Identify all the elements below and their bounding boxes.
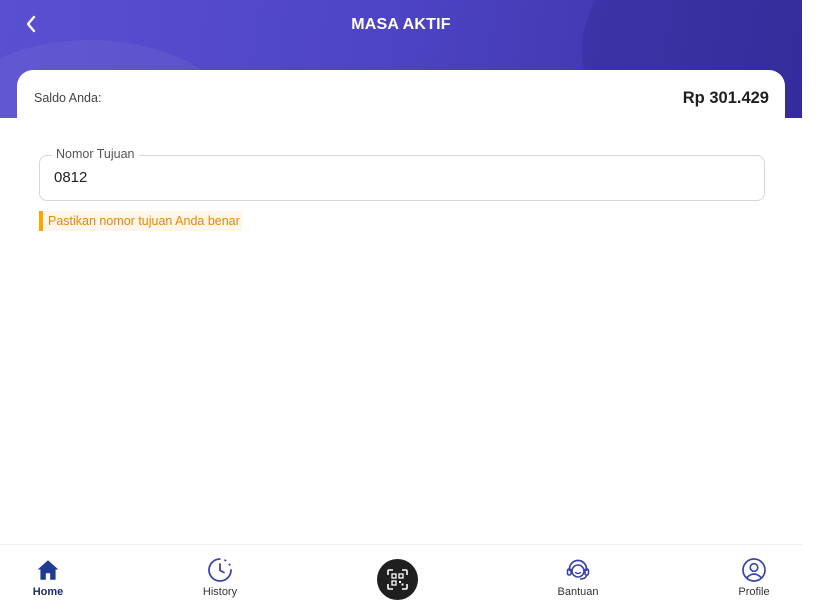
nav-label-bantuan: Bantuan bbox=[557, 586, 599, 598]
support-agent-icon bbox=[566, 559, 590, 580]
nomor-tujuan-input[interactable] bbox=[54, 169, 734, 186]
saldo-value: Rp 301.429 bbox=[682, 89, 769, 107]
scrollbar-track[interactable] bbox=[802, 0, 822, 605]
nomor-tujuan-label: Nomor Tujuan bbox=[52, 147, 139, 161]
warning-notice: Pastikan nomor tujuan Anda benar bbox=[39, 211, 242, 231]
nav-item-history[interactable]: History bbox=[185, 557, 255, 598]
nav-label-history: History bbox=[202, 586, 238, 598]
qr-scan-icon bbox=[387, 569, 408, 590]
app-screen: MASA AKTIF Saldo Anda: Rp 301.429 Nomor … bbox=[0, 0, 802, 605]
user-icon bbox=[742, 558, 766, 582]
qr-scan-button[interactable] bbox=[377, 559, 418, 600]
page-title: MASA AKTIF bbox=[351, 16, 451, 33]
nav-label-profile: Profile bbox=[738, 586, 770, 598]
nav-item-bantuan[interactable]: Bantuan bbox=[543, 557, 613, 598]
home-icon bbox=[37, 560, 59, 580]
saldo-label: Saldo Anda: bbox=[34, 91, 102, 105]
nomor-tujuan-field[interactable]: Nomor Tujuan bbox=[39, 147, 765, 201]
nav-label-home: Home bbox=[32, 586, 64, 598]
bottom-navigation: Home History Bantuan Profile bbox=[0, 544, 802, 605]
clock-icon bbox=[208, 558, 232, 582]
nav-item-home[interactable]: Home bbox=[13, 557, 83, 598]
saldo-card: Saldo Anda: Rp 301.429 bbox=[17, 70, 785, 130]
nav-item-profile[interactable]: Profile bbox=[719, 557, 789, 598]
